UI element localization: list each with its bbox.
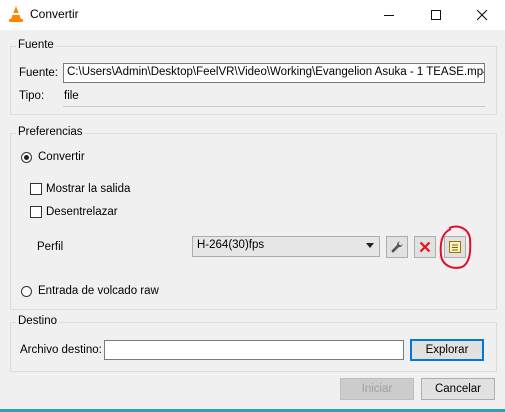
minimize-icon	[383, 14, 394, 16]
vlc-cone-icon	[9, 6, 23, 22]
show-output-checkbox[interactable]	[30, 183, 42, 195]
close-button[interactable]	[459, 0, 505, 30]
show-output-label: Mostrar la salida	[46, 183, 131, 195]
chevron-down-icon	[366, 243, 374, 248]
type-value: file	[64, 90, 79, 102]
edit-profile-button[interactable]	[386, 236, 408, 258]
deinterlace-label: Desentrelazar	[46, 206, 118, 218]
raw-dump-radio[interactable]	[21, 286, 32, 297]
convert-radio[interactable]	[21, 152, 32, 163]
profile-select-value: H-264(30)fps	[197, 239, 265, 251]
wrench-icon	[391, 241, 403, 253]
radio-selected-dot	[24, 155, 29, 160]
new-profile-button[interactable]	[444, 236, 466, 258]
source-separator	[63, 106, 485, 107]
maximize-button[interactable]	[413, 0, 459, 30]
source-label: Fuente:	[19, 67, 58, 79]
title-bar: Convertir	[0, 0, 505, 30]
convert-label: Convertir	[38, 151, 85, 163]
source-path-field[interactable]: C:\Users\Admin\Desktop\FeelVR\Video\Work…	[63, 63, 485, 83]
close-icon	[476, 9, 487, 20]
destination-group-title: Destino	[16, 315, 59, 327]
new-profile-icon	[449, 241, 461, 253]
window-title: Convertir	[30, 7, 79, 21]
profile-label: Perfil	[37, 241, 64, 253]
profile-select[interactable]: H-264(30)fps	[192, 236, 380, 257]
delete-profile-button[interactable]	[414, 236, 436, 258]
cancel-button[interactable]: Cancelar	[421, 378, 495, 400]
source-group-title: Fuente	[16, 39, 56, 51]
delete-x-icon	[419, 241, 431, 253]
destination-file-label: Archivo destino:	[20, 344, 102, 356]
raw-dump-label: Entrada de volcado raw	[38, 285, 159, 297]
preferences-group-title: Preferencias	[16, 126, 85, 138]
browse-button[interactable]: Explorar	[410, 339, 484, 361]
destination-file-input[interactable]	[104, 340, 404, 360]
minimize-button[interactable]	[366, 0, 412, 30]
maximize-icon	[430, 9, 441, 20]
start-button[interactable]: Iniciar	[340, 378, 414, 400]
deinterlace-checkbox[interactable]	[30, 206, 42, 218]
type-label: Tipo:	[19, 90, 45, 102]
